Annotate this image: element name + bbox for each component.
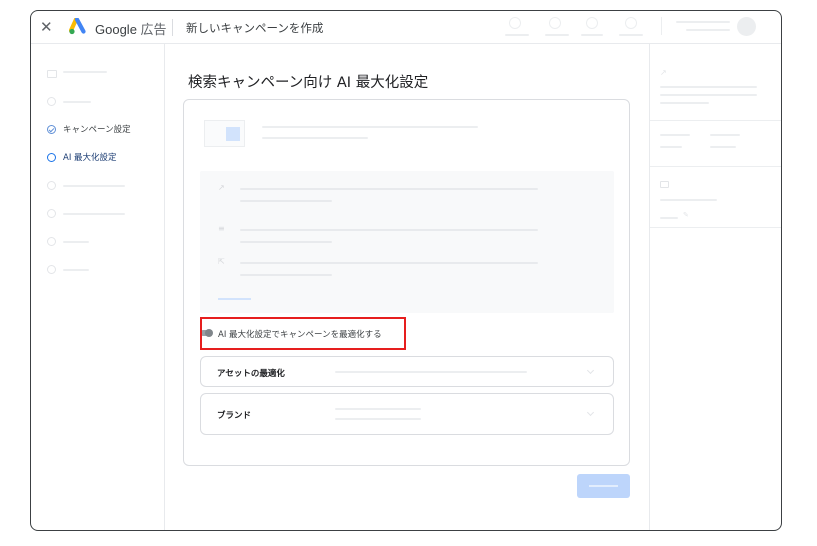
google-ads-logo-icon — [68, 17, 89, 39]
step-status-icon — [47, 181, 56, 190]
feature-line-placeholder — [240, 262, 538, 264]
brand-google-text: Google — [95, 22, 137, 37]
nav-step-placeholder — [63, 71, 107, 73]
refresh-icon[interactable] — [509, 17, 521, 29]
accordion-asset-optimization[interactable]: アセットの最適化 — [200, 356, 614, 387]
appearance-label-placeholder — [545, 34, 569, 36]
top-bar: ✕ Google 広告 新しいキャンペーンを作成 — [31, 11, 781, 44]
page-title: 検索キャンペーン向け AI 最大化設定 — [188, 75, 429, 91]
nav-step-review[interactable] — [47, 263, 157, 277]
trending-up-icon: ↗ — [218, 183, 225, 192]
panel-divider — [650, 120, 781, 121]
panel-divider — [650, 227, 781, 228]
nav-step-placeholder — [63, 101, 91, 103]
accordion-summary-placeholder — [335, 418, 421, 420]
learn-more-link[interactable] — [218, 298, 251, 300]
nav-step-objective[interactable] — [47, 65, 147, 79]
nav-step-ai-max[interactable]: AI 最大化設定 — [47, 151, 157, 165]
nav-step-placeholder — [63, 269, 89, 271]
highlight-box — [200, 317, 406, 350]
feature-line-placeholder — [240, 274, 332, 276]
accordion-summary-placeholder — [335, 371, 527, 373]
summary-line-placeholder — [660, 134, 690, 136]
nav-step-label: キャンペーン設定 — [63, 125, 131, 135]
next-button[interactable] — [577, 474, 630, 498]
step-status-icon — [47, 209, 56, 218]
notifications-label-placeholder — [619, 34, 643, 36]
notifications-icon[interactable] — [625, 17, 637, 29]
summary-line-placeholder — [660, 146, 682, 148]
feature-line-placeholder — [240, 241, 332, 243]
accordion-brand[interactable]: ブランド — [200, 393, 614, 435]
chevron-down-icon — [586, 366, 595, 375]
help-icon[interactable] — [586, 17, 598, 29]
feature-line-placeholder — [240, 188, 538, 190]
accordion-summary-placeholder — [335, 408, 421, 410]
summary-line-placeholder — [710, 134, 740, 136]
avatar[interactable] — [737, 17, 756, 36]
ai-max-illustration — [204, 120, 245, 147]
nav-step-placeholder — [63, 241, 89, 243]
active-step-icon — [47, 153, 56, 162]
close-icon[interactable]: ✕ — [40, 17, 53, 37]
summary-line-placeholder — [710, 146, 736, 148]
accordion-title: アセットの最適化 — [217, 369, 285, 379]
budget-icon — [660, 181, 669, 188]
check-circle-icon — [47, 125, 56, 134]
open-link-icon: ⇱ — [218, 257, 225, 266]
step-status-icon — [47, 97, 56, 106]
account-name-placeholder — [676, 21, 730, 23]
edit-pencil-icon[interactable]: ✎ — [683, 211, 689, 219]
chevron-down-icon — [586, 408, 595, 417]
app-window: ✕ Google 広告 新しいキャンペーンを作成 キャンペーン設定 AI 最大化… — [30, 10, 782, 531]
summary-line-placeholder — [660, 94, 757, 96]
step-navigation: キャンペーン設定 AI 最大化設定 — [31, 44, 165, 530]
refresh-label-placeholder — [505, 34, 529, 36]
appearance-icon[interactable] — [549, 17, 561, 29]
nav-step-campaign-settings[interactable]: キャンペーン設定 — [47, 123, 157, 137]
header-divider-right — [661, 17, 662, 35]
summary-line-placeholder — [660, 86, 757, 88]
ai-max-card: ↗ ≡ ⇱ AI 最大化設定でキャンペーンを最適化する アセットの最適化 ブラン… — [183, 99, 630, 466]
panel-divider — [650, 166, 781, 167]
help-label-placeholder — [581, 34, 603, 36]
header-divider — [172, 19, 173, 36]
trending-up-icon: ↗ — [660, 68, 667, 77]
accordion-title: ブランド — [217, 411, 252, 421]
nav-step-keywords[interactable] — [47, 179, 157, 193]
step-status-icon — [47, 237, 56, 246]
summary-line-placeholder — [660, 102, 709, 104]
product-name: Google 広告 — [95, 19, 167, 38]
nav-step-placeholder — [63, 213, 125, 215]
nav-step-label: AI 最大化設定 — [63, 153, 117, 163]
summary-line-placeholder — [660, 217, 678, 219]
nav-step-budget[interactable] — [47, 235, 157, 249]
nav-step-goals[interactable] — [47, 95, 147, 109]
feature-summary-box: ↗ ≡ ⇱ — [200, 171, 614, 313]
feature-line-placeholder — [240, 229, 538, 231]
nav-step-placeholder — [63, 185, 125, 187]
feature-line-placeholder — [240, 200, 332, 202]
brand-ads-text: 広告 — [140, 22, 167, 37]
card-heading-placeholder — [262, 126, 478, 128]
nav-step-ads[interactable] — [47, 207, 157, 221]
text-lines-icon: ≡ — [218, 224, 225, 233]
page-heading: 新しいキャンペーンを作成 — [186, 21, 324, 35]
account-id-placeholder — [686, 29, 730, 31]
summary-line-placeholder — [660, 199, 717, 201]
step-status-icon — [47, 265, 56, 274]
card-subheading-placeholder — [262, 137, 368, 139]
campaign-summary-panel: ↗ ✎ — [649, 44, 781, 530]
